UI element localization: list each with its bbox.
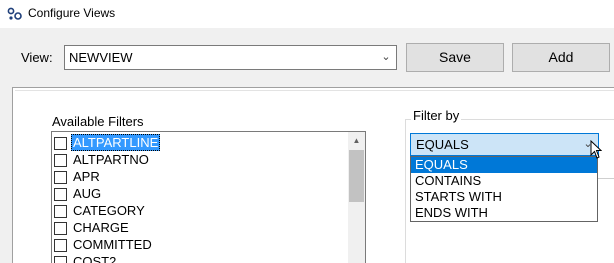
list-item[interactable]: COST2 (53, 253, 349, 263)
separator (598, 178, 614, 179)
available-filters-label: Available Filters (52, 114, 144, 129)
scrollbar-thumb[interactable] (349, 150, 364, 202)
checkbox[interactable] (54, 222, 67, 235)
dropdown-option[interactable]: EQUALS (411, 157, 597, 173)
list-item[interactable]: APR (53, 168, 349, 185)
filter-by-label: Filter by (411, 108, 462, 123)
window-title: Configure Views (28, 6, 116, 20)
checkbox[interactable] (54, 154, 67, 167)
add-button[interactable]: Add (512, 43, 610, 72)
view-select-value: NEWVIEW (69, 50, 133, 65)
list-item[interactable]: CHARGE (53, 219, 349, 236)
checkbox[interactable] (54, 256, 67, 263)
list-item[interactable]: COMMITTED (53, 236, 349, 253)
checkbox[interactable] (54, 239, 67, 252)
list-item[interactable]: CATEGORY (53, 202, 349, 219)
list-item-label: ALTPARTNO (73, 152, 149, 167)
view-label: View: (21, 50, 53, 65)
list-item-label: AUG (73, 186, 102, 201)
available-filters-list[interactable]: ALTPARTLINE ALTPARTNO APR AUG CATEGORY C… (51, 131, 366, 263)
scroll-up-icon[interactable]: ▲ (348, 132, 365, 149)
chevron-down-icon[interactable]: ⌄ (380, 49, 392, 65)
list-item-label: COST2 (73, 254, 117, 263)
list-item-label: COMMITTED (73, 237, 152, 252)
title-bar: Configure Views (0, 0, 614, 28)
list-item[interactable]: ALTPARTNO (53, 151, 349, 168)
vertical-scrollbar[interactable]: ▲ (348, 132, 365, 263)
checkbox[interactable] (54, 137, 67, 150)
mouse-pointer-icon (590, 140, 602, 159)
dropdown-option[interactable]: STARTS WITH (411, 189, 597, 205)
dropdown-option[interactable]: CONTAINS (411, 173, 597, 189)
checkbox[interactable] (54, 171, 67, 184)
list-item[interactable]: AUG (53, 185, 349, 202)
checkbox[interactable] (54, 205, 67, 218)
filter-by-select[interactable]: EQUALS ⌄ (410, 133, 599, 156)
app-icon (7, 7, 22, 20)
filter-by-dropdown[interactable]: EQUALS CONTAINS STARTS WITH ENDS WITH (410, 156, 598, 222)
list-item[interactable]: ALTPARTLINE (53, 134, 349, 151)
checkbox[interactable] (54, 188, 67, 201)
list-item-label: ALTPARTLINE (71, 134, 161, 151)
dropdown-option[interactable]: ENDS WITH (411, 205, 597, 221)
list-item-label: CATEGORY (73, 203, 145, 218)
list-item-label: CHARGE (73, 220, 129, 235)
panel-divider (15, 90, 614, 91)
list-item-label: APR (73, 169, 100, 184)
view-select[interactable]: NEWVIEW ⌄ (64, 45, 397, 70)
save-button[interactable]: Save (406, 43, 504, 72)
filter-by-select-value: EQUALS (416, 137, 469, 152)
